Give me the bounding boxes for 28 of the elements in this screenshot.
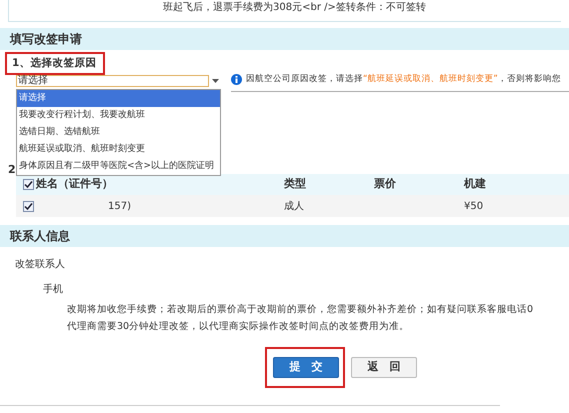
back-button[interactable]: 返 回 xyxy=(351,356,417,378)
column-header: 姓名（证件号） xyxy=(36,176,113,192)
info-icon xyxy=(231,74,242,85)
submit-button[interactable]: 提 交 xyxy=(273,356,339,378)
section-header: 填写改签申请 xyxy=(0,28,569,50)
column-header: 票价 xyxy=(374,176,396,192)
table-cell-text: ¥50 xyxy=(464,200,484,214)
step-label: 2 xyxy=(8,162,16,178)
caret-icon xyxy=(212,79,218,83)
section-header: 联系人信息 xyxy=(0,225,569,247)
table-cell-text: 成人 xyxy=(284,200,304,214)
checkbox[interactable] xyxy=(23,179,34,190)
step-label: 1、选择改签原因 xyxy=(12,57,96,70)
column-header: 机建 xyxy=(464,176,486,192)
dropdown-option[interactable]: 选错日期、选错航班 xyxy=(17,124,220,141)
field-label: 手机 xyxy=(43,282,64,297)
dropdown-option[interactable]: 航班延误或取消、航班时刻变更 xyxy=(17,141,220,158)
dropdown-option[interactable]: 我要改变行程计划、我要改航班 xyxy=(17,107,220,124)
notice-text: 改期将加收您手续费；若改期后的票价高于改期前的票价，您需要额外补齐差价；如有疑问联系客服电话0 xyxy=(67,303,534,317)
info-text: 因航空公司原因改签，请选择“航班延误或取消、航班时刻变更”，否则将影响您 xyxy=(246,74,561,85)
column-header: 类型 xyxy=(284,176,306,192)
dropdown-option[interactable]: 请选择 xyxy=(17,90,220,107)
checkbox[interactable] xyxy=(23,200,34,212)
table-cell-text: 157) xyxy=(108,200,131,214)
field-label: 改签联系人 xyxy=(15,258,66,272)
rule-text: 班起飞后，退票手续费为308元<br />签转条件：不可签转 xyxy=(163,0,426,15)
notice-text: 代理商需要30分钟处理改签，以代理商实际操作改签时间点的改签费用为准。 xyxy=(67,320,410,334)
dropdown-option[interactable]: 身体原因且有二级甲等医院<含>以上的医院证明 xyxy=(17,158,220,175)
